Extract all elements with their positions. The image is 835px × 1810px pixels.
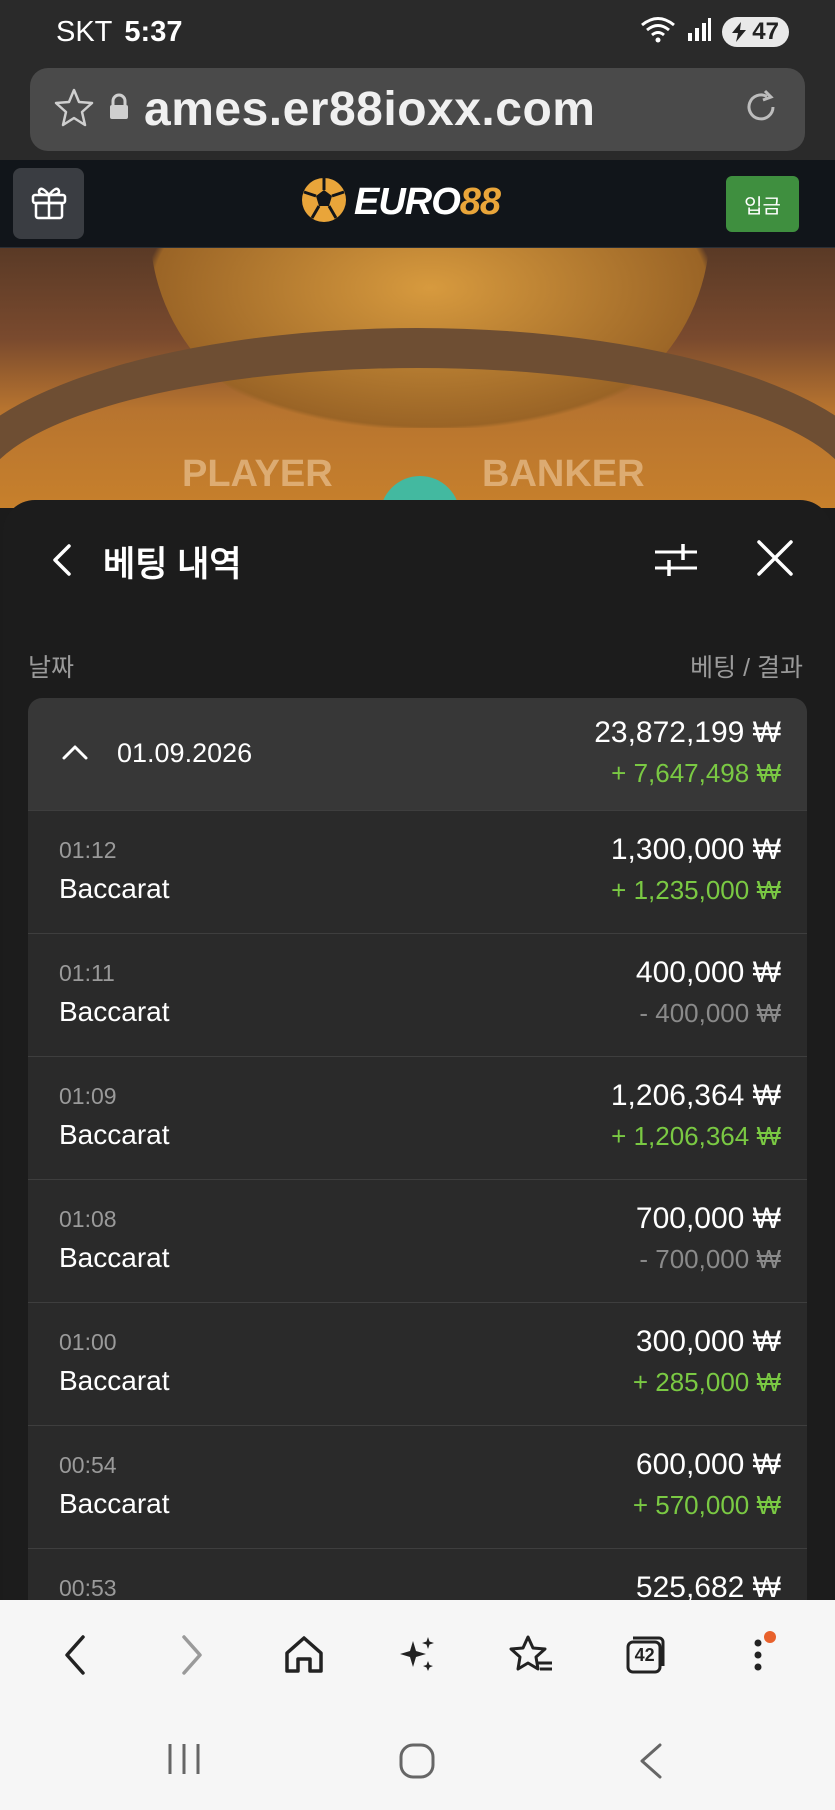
chevron-up-icon[interactable] (60, 738, 90, 773)
deposit-button[interactable]: 입금 (726, 176, 799, 232)
bet-game: Baccarat (59, 1242, 170, 1273)
bet-time: 01:09 (59, 1083, 117, 1109)
bet-result: - 400,000 ₩ (639, 998, 781, 1028)
charging-icon (732, 22, 747, 42)
bet-time: 01:12 (59, 837, 117, 863)
euro88-logo[interactable]: EURO 88 (300, 176, 501, 229)
signal-icon (686, 17, 712, 48)
bet-game: Baccarat (59, 873, 170, 904)
column-header-date: 날짜 (28, 654, 75, 682)
star-icon[interactable] (54, 87, 94, 132)
bet-amount: 700,000 ₩ (635, 1202, 781, 1235)
nav-forward-icon[interactable] (160, 1625, 220, 1685)
bet-time: 00:53 (59, 1575, 117, 1600)
carrier-label: SKT (56, 15, 113, 48)
bet-amount: 400,000 ₩ (635, 956, 781, 989)
gift-icon (29, 181, 69, 226)
column-header-bet-result: 베팅 / 결과 (690, 654, 803, 682)
group-bet-total: 23,872,199 ₩ (594, 716, 781, 749)
home-circle-icon[interactable] (398, 1742, 436, 1785)
date-group-header[interactable]: 01.09.2026 23,872,199 ₩ + 7,647,498 ₩ (28, 698, 807, 810)
tabs-icon[interactable]: 42 (615, 1625, 675, 1685)
bet-time: 01:11 (59, 960, 115, 986)
sheet-title: 베팅 내역 (103, 545, 242, 584)
bet-row[interactable]: 01:12 Baccarat 1,300,000 ₩ + 1,235,000 ₩ (28, 810, 807, 933)
bet-amount: 525,682 ₩ (635, 1571, 781, 1600)
reload-icon[interactable] (741, 87, 781, 132)
bet-amounts: 1,300,000 ₩ + 1,235,000 ₩ (611, 833, 781, 906)
filter-sliders-icon[interactable] (653, 538, 699, 582)
status-bar: SKT 5:37 47 (0, 0, 835, 64)
bet-result: - 700,000 ₩ (639, 1244, 781, 1274)
bet-amounts: 525,682 ₩ (636, 1571, 781, 1600)
bet-result: + 285,000 ₩ (632, 1367, 781, 1397)
bet-game: Baccarat (59, 1365, 170, 1396)
bet-amounts: 400,000 ₩ - 400,000 ₩ (636, 956, 781, 1029)
bet-row[interactable]: 00:54 Baccarat 600,000 ₩ + 570,000 ₩ (28, 1425, 807, 1548)
bet-amount: 1,206,364 ₩ (610, 1079, 781, 1112)
battery-level: 47 (752, 18, 779, 45)
bet-row[interactable]: 01:09 Baccarat 1,206,364 ₩ + 1,206,364 ₩ (28, 1056, 807, 1179)
bet-game: Baccarat (59, 996, 170, 1027)
group-result-total: + 7,647,498 ₩ (611, 758, 781, 788)
close-icon[interactable] (755, 538, 795, 578)
bet-amounts: 300,000 ₩ + 285,000 ₩ (633, 1325, 781, 1398)
sparkle-icon[interactable] (387, 1625, 447, 1685)
logo-text-primary: EURO (354, 181, 461, 223)
bet-amounts: 600,000 ₩ + 570,000 ₩ (633, 1448, 781, 1521)
group-date: 01.09.2026 (117, 738, 253, 768)
recents-icon[interactable] (166, 1742, 202, 1781)
notification-dot (764, 1631, 777, 1643)
address-bar[interactable]: ames.er88ioxx.com (30, 68, 805, 151)
soccer-ball-icon (300, 176, 348, 229)
home-icon[interactable] (274, 1625, 334, 1685)
bet-time: 01:00 (59, 1329, 117, 1355)
bet-game: Baccarat (59, 1488, 170, 1519)
bet-amounts: 700,000 ₩ - 700,000 ₩ (636, 1202, 781, 1275)
clock: 5:37 (124, 15, 183, 48)
lock-icon (108, 93, 130, 126)
battery-indicator: 47 (722, 17, 789, 47)
banker-label: BANKER (482, 453, 645, 495)
bet-amount: 300,000 ₩ (635, 1325, 781, 1358)
bet-result: + 570,000 ₩ (632, 1490, 781, 1520)
bet-row[interactable]: 01:00 Baccarat 300,000 ₩ + 285,000 ₩ (28, 1302, 807, 1425)
sheet-header: 베팅 내역 (3, 500, 832, 620)
bet-game: Baccarat (59, 1119, 170, 1150)
bet-amount: 1,300,000 ₩ (610, 833, 781, 866)
betting-history-sheet: 베팅 내역 날짜 베팅 / 결과 01.09.2026 23,872,199 ₩… (3, 500, 832, 1600)
url-text[interactable]: ames.er88ioxx.com (144, 82, 595, 137)
browser-bottom-nav: 42 (0, 1600, 835, 1710)
live-game-background: PLAYER BANKER (0, 248, 835, 508)
more-icon[interactable] (728, 1625, 788, 1685)
system-back-icon[interactable] (636, 1742, 666, 1785)
back-chevron-icon[interactable] (43, 540, 83, 580)
bet-amount: 600,000 ₩ (635, 1448, 781, 1481)
bet-row[interactable]: 01:11 Baccarat 400,000 ₩ - 400,000 ₩ (28, 933, 807, 1056)
bet-amounts: 1,206,364 ₩ + 1,206,364 ₩ (611, 1079, 781, 1152)
bet-row[interactable]: 00:53 525,682 ₩ (28, 1548, 807, 1600)
tabs-count: 42 (634, 1645, 655, 1665)
bookmarks-icon[interactable] (501, 1625, 561, 1685)
gift-button[interactable] (13, 168, 84, 239)
wifi-icon (640, 16, 676, 49)
browser-toolbar: ames.er88ioxx.com (0, 64, 835, 160)
bet-result: + 1,206,364 ₩ (611, 1121, 781, 1151)
site-header: EURO 88 입금 (0, 160, 835, 248)
bet-history-list: 01.09.2026 23,872,199 ₩ + 7,647,498 ₩ 01… (28, 698, 807, 1600)
bet-time: 00:54 (59, 1452, 117, 1478)
group-amounts: 23,872,199 ₩ + 7,647,498 ₩ (594, 716, 781, 789)
bet-row[interactable]: 01:08 Baccarat 700,000 ₩ - 700,000 ₩ (28, 1179, 807, 1302)
system-navigation-bar (0, 1710, 835, 1810)
nav-back-icon[interactable] (47, 1625, 107, 1685)
player-label: PLAYER (182, 453, 333, 495)
logo-text-accent: 88 (459, 181, 501, 223)
bet-result: + 1,235,000 ₩ (611, 875, 781, 905)
bet-time: 01:08 (59, 1206, 117, 1232)
